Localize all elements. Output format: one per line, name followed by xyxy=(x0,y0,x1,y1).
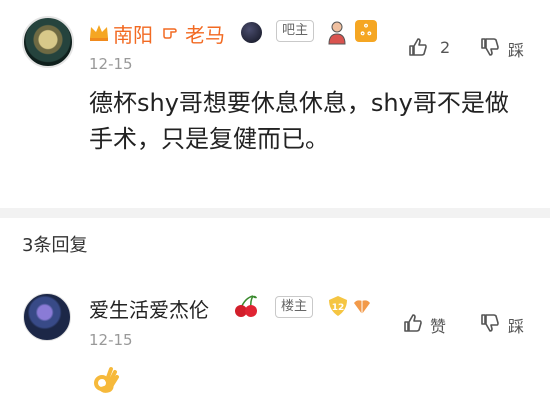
level-shield-icon: 12 xyxy=(329,296,347,316)
commenter-avatar[interactable] xyxy=(22,16,74,68)
ok-hand-emoji-icon xyxy=(94,367,119,393)
thumbs-up-icon[interactable] xyxy=(403,313,423,333)
comment-text: 德杯shy哥想要休息休息，shy哥不是做手术，只是复健而已。 xyxy=(89,89,509,153)
commenter-username-suffix[interactable]: 老马 xyxy=(185,19,225,48)
level-number: 12 xyxy=(332,303,345,313)
reply-username[interactable]: 爱生活爱杰伦 xyxy=(89,294,209,323)
dislike-button[interactable]: 踩 xyxy=(508,37,524,61)
comment-date: 12-15 xyxy=(89,55,133,73)
pointing-hand-icon xyxy=(163,28,177,39)
commenter-username[interactable]: 南阳 xyxy=(113,19,153,48)
section-divider xyxy=(0,208,550,218)
user-silhouette-icon xyxy=(328,21,346,45)
crown-icon xyxy=(90,25,108,41)
reply-avatar[interactable] xyxy=(23,293,71,341)
thread-owner-badge: 楼主 xyxy=(275,296,314,318)
level-badge: ஃ xyxy=(355,20,377,42)
replies-count-header: 3条回复 xyxy=(22,235,88,256)
fan-emblem-icon xyxy=(354,300,370,314)
dark-face-emoji-icon xyxy=(241,22,262,43)
like-button[interactable]: 赞 xyxy=(430,313,446,337)
cherry-icon xyxy=(235,295,257,317)
reply-date: 12-15 xyxy=(89,331,133,349)
thumbs-down-icon[interactable] xyxy=(480,313,500,333)
thumbs-down-icon[interactable] xyxy=(480,37,500,57)
dislike-button[interactable]: 踩 xyxy=(508,313,524,337)
moderator-badge: 吧主 xyxy=(276,20,315,42)
thumbs-up-icon[interactable] xyxy=(408,37,428,57)
like-count: 2 xyxy=(440,38,451,57)
